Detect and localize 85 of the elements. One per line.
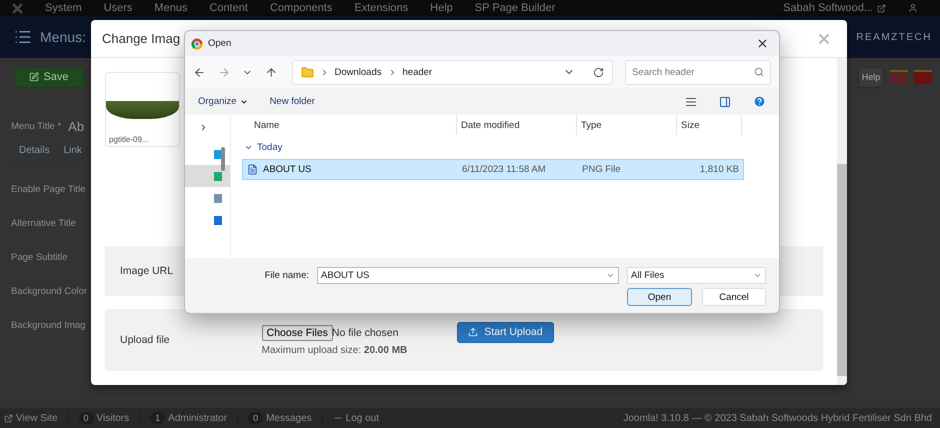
status-label[interactable]: Administrator (168, 412, 228, 424)
caret-icon[interactable] (240, 98, 248, 106)
column-header[interactable]: Date modified (457, 115, 577, 135)
cancel-button[interactable]: Cancel (702, 288, 766, 306)
organize-menu[interactable]: Organize (198, 96, 237, 107)
group-header[interactable]: Today (242, 135, 744, 159)
field-label: Menu Title * (11, 120, 62, 132)
modal-title: Change Imag (102, 31, 180, 46)
field-label: Page Subtitle (11, 252, 68, 262)
date-cell-text: 6/11/2023 11:58 AM (461, 164, 547, 175)
list-icon (14, 28, 32, 46)
title-input[interactable]: Ab (68, 118, 84, 134)
thumbnail-caption: pgtitle-09... (108, 135, 150, 144)
menu-item[interactable]: Help (430, 2, 453, 14)
field-label: Alternative Title (11, 218, 76, 228)
status-label[interactable]: Messages (266, 412, 312, 424)
tab[interactable]: Link (64, 145, 82, 156)
logo-text: REAMZTECH (856, 32, 932, 42)
open-button[interactable]: Open (627, 288, 692, 306)
copyright-text: Joomla! 3.10.8 — © 2023 Sabah Softwoods Hybrid Fertiliser Sdn Bhd (623, 412, 932, 424)
search-field[interactable]: Search header (625, 60, 771, 84)
file-icon (247, 164, 258, 175)
menu-item[interactable]: Components (270, 2, 332, 14)
close-icon[interactable] (756, 37, 769, 50)
browser-logo-icon (191, 38, 203, 50)
menu-item[interactable]: Users (104, 2, 132, 14)
menu-item[interactable]: SP Page Builder (474, 2, 556, 14)
menu-item[interactable]: Extensions (354, 2, 408, 14)
page-title: Menus: (40, 29, 86, 45)
expand-icon[interactable] (199, 123, 208, 132)
start-upload-button[interactable]: Start Upload (457, 322, 554, 342)
type-cell-text: PNG File (581, 164, 622, 175)
new-folder-button[interactable]: New folder (270, 96, 315, 107)
help-icon[interactable] (753, 95, 766, 108)
field-label: Enable Page Title (11, 184, 86, 194)
field-label: Background Color (11, 286, 88, 296)
field-label: Upload file (120, 334, 170, 346)
count-badge: 1 (150, 412, 166, 424)
upload-icon (468, 327, 478, 337)
joomla-logo-icon (12, 2, 23, 14)
file-type-select[interactable]: All Files (627, 267, 766, 284)
column-header[interactable]: Name (242, 115, 457, 135)
menu-item[interactable]: Menus (154, 2, 188, 14)
folder-icon (300, 66, 314, 78)
field-label: Background Imag (11, 320, 86, 330)
view-menu-icon[interactable] (685, 96, 697, 108)
breadcrumb-item[interactable]: Downloads (334, 66, 382, 78)
external-link-icon (877, 4, 886, 12)
nav-item[interactable] (185, 165, 230, 187)
choose-files-button[interactable]: Choose Files (262, 325, 333, 341)
logout-link[interactable]: Log out (346, 412, 380, 424)
menu-item[interactable]: Content (209, 2, 248, 14)
breadcrumb-item[interactable]: header (402, 66, 432, 78)
help-button[interactable]: Help (858, 66, 884, 88)
refresh-icon[interactable] (593, 66, 604, 78)
back-icon[interactable] (193, 66, 206, 78)
field-label: Image URL (120, 265, 174, 277)
up-icon[interactable] (264, 66, 278, 78)
address-bar[interactable]: Downloads header (292, 60, 614, 84)
file-status-text: No file chosen (332, 327, 398, 339)
image-thumbnail[interactable]: pgtitle-09... (105, 72, 180, 147)
menu-item[interactable]: System (45, 2, 82, 14)
external-link-icon (4, 414, 13, 422)
dialog-title: Open (208, 38, 232, 49)
count-badge: 0 (78, 412, 94, 424)
file-name-field[interactable]: ABOUT US (317, 267, 619, 284)
save-button[interactable]: Save (14, 66, 84, 88)
edit-icon (29, 72, 40, 82)
view-site-link[interactable]: View Site (16, 412, 58, 424)
column-header[interactable]: Type (577, 115, 677, 135)
search-icon (754, 67, 764, 77)
preview-pane-icon[interactable] (719, 96, 731, 108)
user-icon[interactable] (908, 3, 918, 13)
tab[interactable]: Details (19, 145, 50, 156)
status-label[interactable]: Visitors (96, 412, 130, 424)
dropdown-icon[interactable] (606, 271, 615, 280)
size-cell-text: 1,810 KB (698, 164, 740, 175)
column-header[interactable]: Size (677, 115, 742, 135)
dropdown-icon (753, 271, 762, 280)
upload-size-text: Maximum upload size: 20.00 MB (262, 345, 408, 356)
field-label: File name: (264, 270, 309, 281)
scrollbar[interactable] (837, 58, 847, 385)
site-link[interactable]: Sabah Softwood... (783, 2, 873, 14)
file-row[interactable]: ABOUT US 6/11/2023 11:58 AM PNG File 1,810 KB (242, 159, 744, 180)
count-badge: 0 (248, 412, 264, 424)
